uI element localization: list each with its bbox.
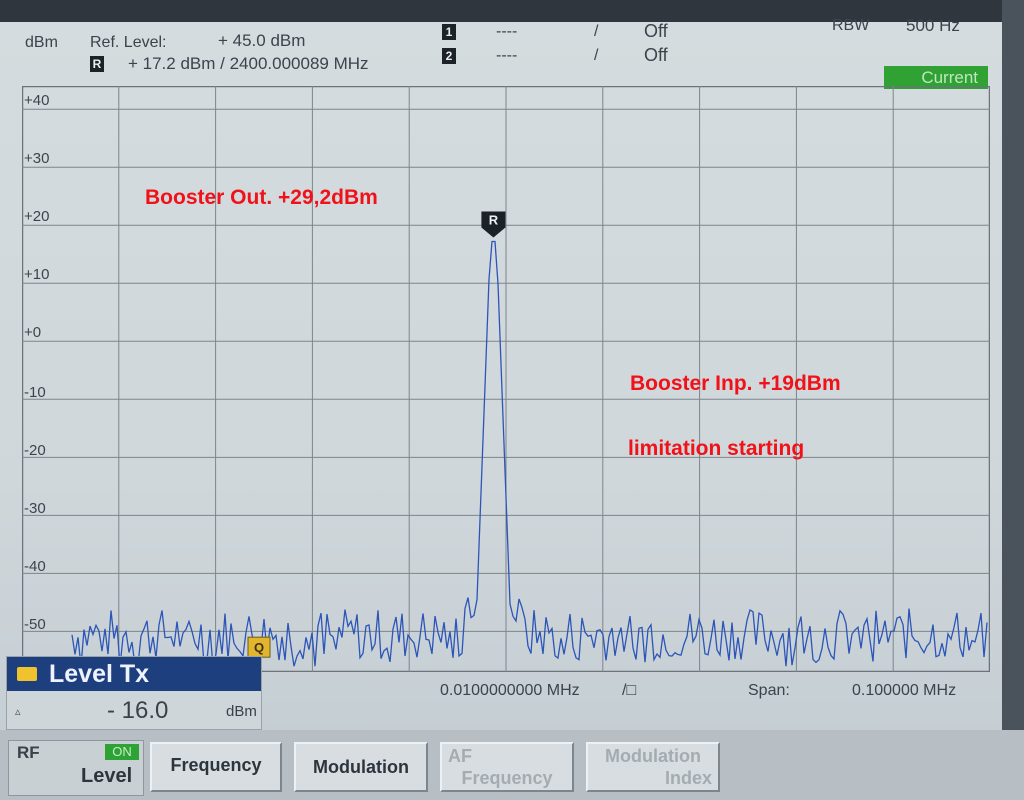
span-value: 0.100000 MHz <box>852 682 957 699</box>
annotation-limitation: limitation starting <box>628 437 805 460</box>
marker-r-icon: R <box>90 56 104 72</box>
marker-2-state: Off <box>644 45 668 65</box>
level-tx-header: Level Tx <box>7 657 261 691</box>
unit-label: dBm <box>25 34 58 51</box>
marker-1-icon: 1 <box>442 24 456 40</box>
y-tick-label: -40 <box>24 558 46 575</box>
span-label: Span: <box>748 682 790 699</box>
marker-1-sep: / <box>594 23 599 40</box>
modulation-index-line2: Index <box>664 768 712 788</box>
screen-bezel-right <box>1002 0 1024 800</box>
triangle-icon: ▵ <box>15 706 21 718</box>
rf-level-label: Level <box>81 765 133 787</box>
rbw-value: 500 Hz <box>906 16 960 35</box>
y-tick-label: -10 <box>24 384 46 401</box>
y-tick-label: +10 <box>24 266 50 283</box>
screen-bezel-top <box>0 0 1024 22</box>
y-tick-label: -20 <box>24 442 46 459</box>
keypad-icon <box>17 667 37 681</box>
rf-on-badge: ON <box>105 744 139 760</box>
spectrum-trace <box>71 240 988 668</box>
level-tx-input[interactable]: - 16.0 <box>107 697 168 725</box>
level-tx-dialog[interactable]: Level Tx ▵ - 16.0 dBm <box>6 656 262 730</box>
marker-2-sep: / <box>594 47 599 64</box>
marker-r-flag-label: R <box>489 212 499 227</box>
marker-1-state: Off <box>644 21 668 41</box>
spectrum-plot: RQ +40 +30 +20 +10 +0 -10 -20 -30 -40 -5… <box>21 85 991 673</box>
ref-level-value: + 45.0 dBm <box>218 31 306 50</box>
level-tx-title: Level Tx <box>49 660 150 688</box>
af-frequency-softkey[interactable]: AF Frequency <box>440 742 574 792</box>
modulation-index-line1: Modulation <box>605 746 701 766</box>
rbw-label: RBW <box>832 17 870 34</box>
y-tick-label: +20 <box>24 208 50 225</box>
af-frequency-line2: Frequency <box>461 768 553 788</box>
frequency-softkey-label: Frequency <box>170 755 262 775</box>
y-tick-label: +30 <box>24 150 50 167</box>
y-tick-label: +0 <box>24 324 42 341</box>
center-frequency-suffix: /□ <box>622 682 637 699</box>
q-marker-tag-label: Q <box>254 640 264 655</box>
modulation-softkey-label: Modulation <box>313 757 409 777</box>
modulation-softkey[interactable]: Modulation <box>294 742 428 792</box>
center-frequency: 0.0100000000 MHz <box>440 682 580 699</box>
marker-r-readout: + 17.2 dBm / 2400.000089 MHz <box>128 54 369 73</box>
level-tx-unit: dBm <box>226 703 257 720</box>
modulation-index-softkey[interactable]: Modulation Index <box>586 742 720 792</box>
annotation-booster-out: Booster Out. +29,2dBm <box>145 186 378 209</box>
analyzer-screen: dBm Ref. Level: + 45.0 dBm R + 17.2 dBm … <box>0 0 1024 800</box>
af-frequency-line1: AF <box>448 746 472 766</box>
ref-level-label: Ref. Level: <box>90 34 167 51</box>
y-tick-label: -30 <box>24 500 46 517</box>
y-tick-label: +40 <box>24 92 50 109</box>
y-tick-label: -50 <box>24 616 46 633</box>
rf-label: RF <box>17 743 40 762</box>
annotation-booster-inp: Booster Inp. +19dBm <box>630 372 841 395</box>
marker-1-value: ---- <box>496 23 518 40</box>
rf-level-softkey[interactable]: RF ON Level <box>8 740 144 796</box>
frequency-softkey[interactable]: Frequency <box>150 742 282 792</box>
marker-2-icon: 2 <box>442 48 456 64</box>
marker-2-value: ---- <box>496 47 518 64</box>
spectrum-svg: RQ <box>21 85 991 673</box>
